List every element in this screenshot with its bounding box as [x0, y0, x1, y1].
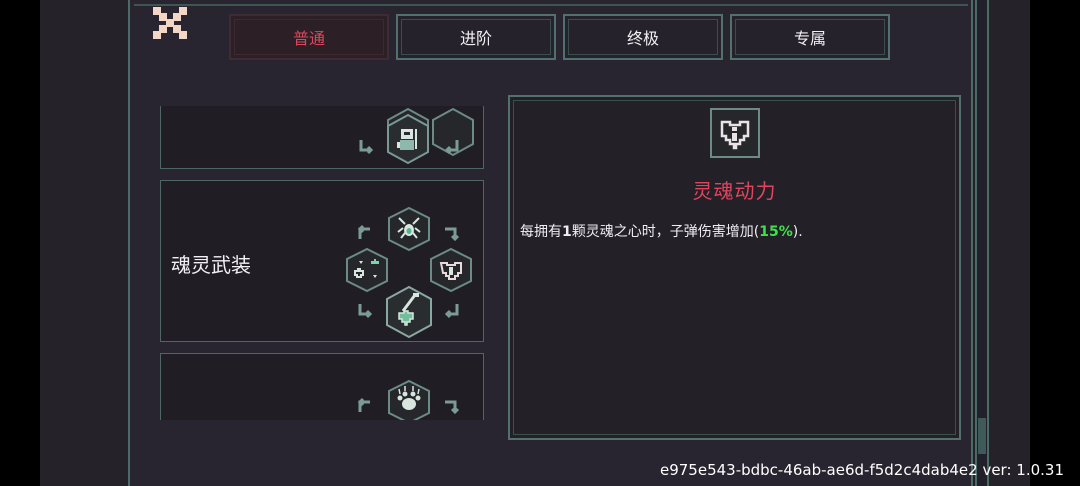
combo-card[interactable]: [160, 106, 484, 169]
close-button[interactable]: [150, 5, 190, 41]
heart-core-icon: [720, 120, 750, 150]
soul-armament-skill-icon: [386, 285, 432, 339]
heart-skill-icon: [430, 247, 472, 293]
claw-skill-icon: [388, 379, 430, 420]
combo-card[interactable]: [160, 353, 484, 420]
flow-arrow-icon: [444, 140, 459, 155]
desc-count: 1: [562, 224, 572, 240]
desc-bonus-value: 15%: [759, 224, 793, 240]
flow-arrow-icon: [359, 140, 374, 155]
scrollbar-thumb[interactable]: [978, 418, 986, 454]
flow-arrow-icon: [358, 304, 373, 319]
tab-advanced[interactable]: 进阶: [396, 14, 556, 60]
heart-swap-skill-icon: [346, 247, 388, 293]
flow-arrow-icon: [357, 397, 370, 412]
right-letterbox: [1030, 0, 1080, 486]
flow-arrow-icon: [357, 224, 370, 239]
flow-arrow-icon: [444, 304, 459, 319]
skill-detail-title: 灵魂动力: [692, 179, 777, 203]
spider-skill-icon: [388, 206, 430, 252]
tab-label: 普通: [292, 29, 325, 48]
tab-label: 终极: [626, 29, 659, 48]
tab-ultimate[interactable]: 终极: [563, 14, 723, 60]
desc-text: ).: [792, 224, 803, 240]
desc-text: 每拥有: [520, 224, 562, 240]
knight-skill-icon: [387, 113, 429, 165]
scrollbar-track[interactable]: [975, 0, 989, 486]
skill-detail-panel: 灵魂动力 每拥有1颗灵魂之心时，子弹伤害增加(15%).: [508, 95, 961, 440]
close-icon: [153, 7, 187, 39]
combo-card[interactable]: 魂灵武装: [160, 180, 484, 342]
version-label: e975e543-bdbc-46ab-ae6d-f5d2c4dab4e2 ver…: [659, 461, 1064, 479]
tab-label: 专属: [793, 29, 826, 48]
combo-card-title: 魂灵武装: [171, 253, 251, 277]
flow-arrow-icon: [445, 227, 460, 241]
panel-top-divider: [134, 4, 968, 6]
desc-text: 颗灵魂之心时，子弹伤害增加(: [571, 224, 760, 240]
combo-list[interactable]: 魂灵武装: [160, 106, 484, 420]
flow-arrow-icon: [445, 400, 460, 414]
skill-detail-icon-frame: [710, 108, 760, 158]
tab-normal[interactable]: 普通: [229, 14, 389, 60]
skill-detail-description: 每拥有1颗灵魂之心时，子弹伤害增加(15%).: [520, 221, 803, 241]
tab-label: 进阶: [459, 29, 492, 48]
left-letterbox: [0, 0, 40, 486]
tab-exclusive[interactable]: 专属: [730, 14, 890, 60]
